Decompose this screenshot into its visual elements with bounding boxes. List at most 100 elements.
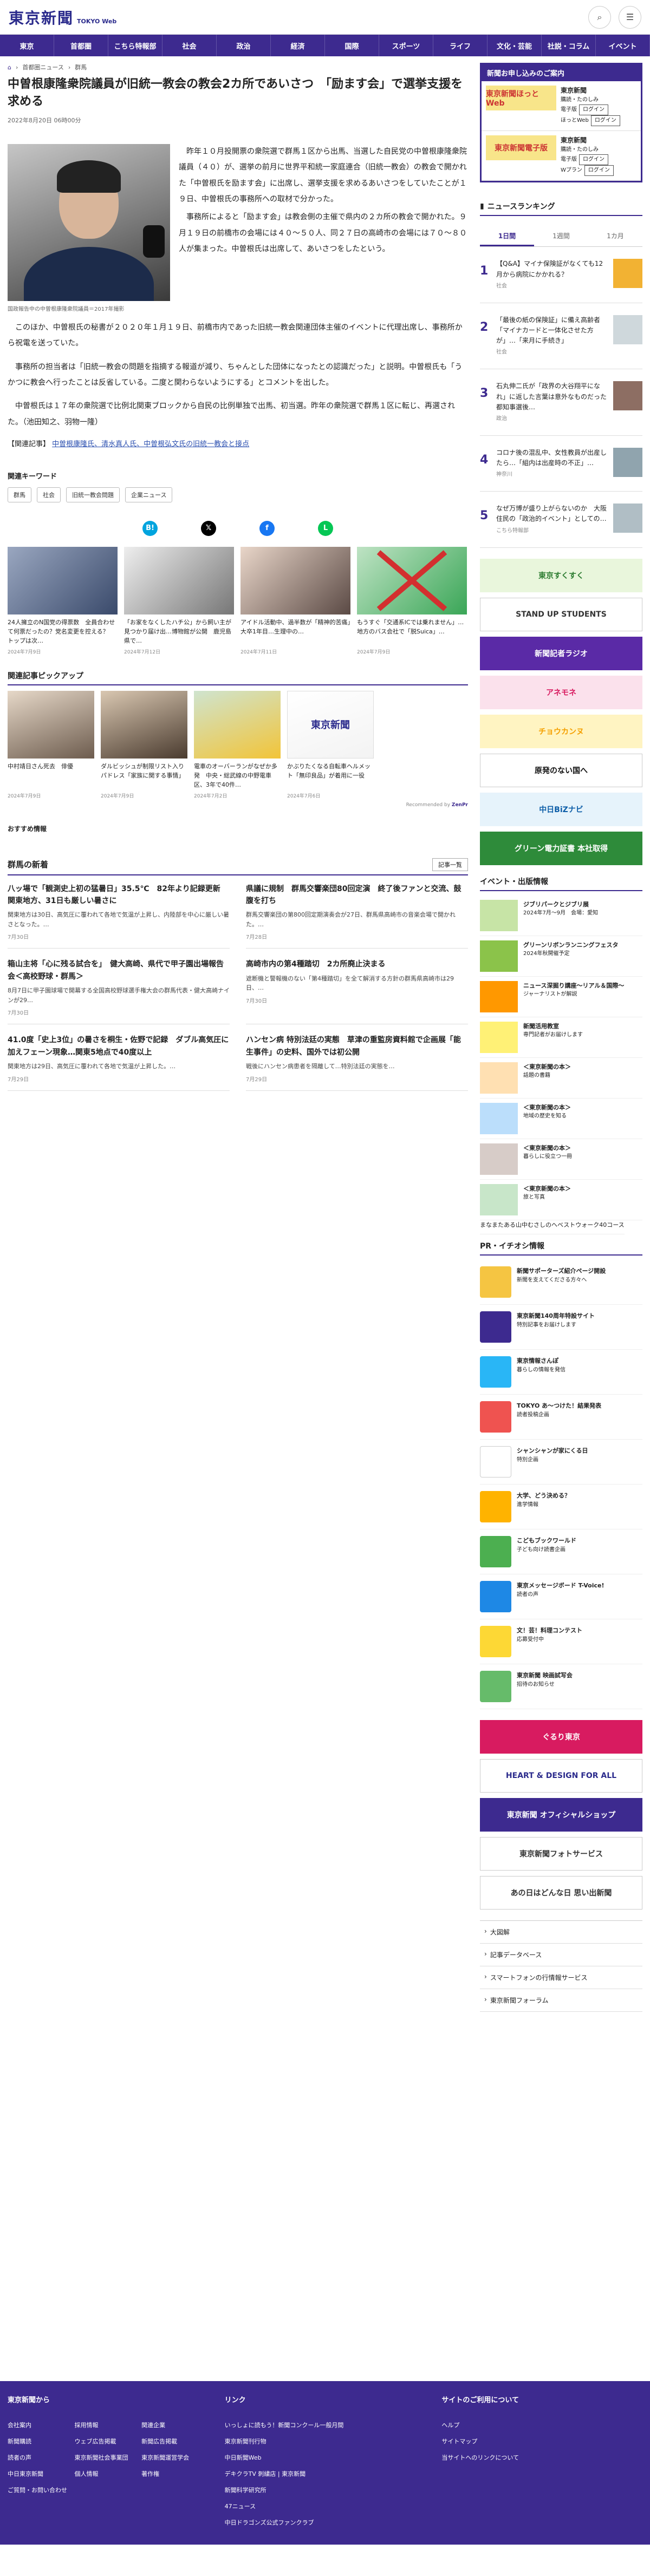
promo-banner[interactable]: アネモネ: [480, 675, 642, 709]
nav-item[interactable]: 国際: [325, 35, 379, 56]
login-button[interactable]: ログイン: [579, 104, 608, 116]
promo-banner[interactable]: 東京新聞 オフィシャルショップ: [480, 1798, 642, 1832]
nav-item[interactable]: 社説・コラム: [542, 35, 596, 56]
footer-link[interactable]: 東京新聞刊行物: [225, 2437, 426, 2446]
pr-item[interactable]: シャンシャンが家にくる日 特別企画: [480, 1440, 642, 1485]
related-article-card[interactable]: 24人擁立のN国党の得票数 全員合わせて何票だったの？党名変更を控える？ トップ…: [8, 546, 118, 655]
nav-item[interactable]: 文化・芸能: [487, 35, 542, 56]
footer-link[interactable]: 新聞科学研究所: [225, 2486, 426, 2494]
footer-link[interactable]: 47ニュース: [225, 2502, 426, 2510]
pr-item[interactable]: こどもブックワールド 子ども向け読書企画: [480, 1529, 642, 1575]
portrait-image[interactable]: [8, 143, 170, 301]
menu-icon[interactable]: ☰: [619, 5, 641, 29]
ranking-item[interactable]: 5 なぜ万博が盛り上がらないのか 大阪住民の「政治的イベント」としての… こちら特報…: [480, 492, 642, 548]
footer-link[interactable]: 新聞広告掲載: [141, 2437, 209, 2446]
footer-link[interactable]: ヘルプ: [441, 2421, 642, 2429]
sidebar-link[interactable]: › 大図解: [480, 1921, 642, 1944]
region-news-item[interactable]: 高崎市内の第4種踏切 2カ所廃止決まる 遮断機と警報機のない「第4種踏切」を全て解…: [246, 958, 468, 1025]
region-news-item[interactable]: 41.0度「史上3位」の暑さを桐生・佐野で記録 ダブル高気圧に加えフェーン現象……: [8, 1034, 230, 1091]
nav-item[interactable]: 社会: [162, 35, 217, 56]
ranking-item[interactable]: 3 石丸伸二氏が「政界の大谷翔平になれ」に返した言葉は意外なものだった 都知事選後…: [480, 369, 642, 436]
footer-link[interactable]: 東京新聞社会事業団: [75, 2453, 142, 2462]
footer-link[interactable]: 中日ドラゴンズ公式ファンクラブ: [225, 2518, 426, 2527]
footer-link[interactable]: ご質問・お問い合わせ: [8, 2486, 75, 2494]
nav-item[interactable]: スポーツ: [379, 35, 433, 56]
event-link[interactable]: まなまたある山中: [480, 1215, 528, 1234]
site-logo[interactable]: 東京新聞 TOKYO Web: [9, 6, 116, 28]
pr-item[interactable]: TOKYO あ〜つけた！結果発表 読者投稿企画: [480, 1395, 642, 1440]
pr-item[interactable]: 東京メッセージボード T-Voice! 読者の声: [480, 1574, 642, 1620]
event-item[interactable]: ＜東京新聞の本＞ 話題の書籍: [480, 1058, 642, 1099]
region-news-item[interactable]: 県議に規制 群馬交響楽団80回定演 終了後ファンと交流、鼓腹を打ち 群馬交響楽団の…: [246, 883, 468, 949]
pickup-card[interactable]: 中村靖日さん死去 俳優 2024年7月9日: [8, 690, 94, 799]
footer-link[interactable]: 関連企業: [141, 2421, 209, 2429]
promo-banner[interactable]: グリーン電力証書 本社取得: [480, 831, 642, 865]
footer-link[interactable]: サイトマップ: [441, 2437, 642, 2446]
region-more-button[interactable]: 記事一覧: [432, 858, 468, 871]
ranking-item[interactable]: 2 「最後の紙の保険証」に備え高齢者「マイナカードと一体化させた方が」…「来月に手…: [480, 303, 642, 370]
region-news-item[interactable]: 八ッ場で「観測史上初の猛暑日」35.5℃ 82年より記録更新 関東地方、31日も…: [8, 883, 230, 949]
sidebar-link[interactable]: › スマートフォンの行情報サービス: [480, 1966, 642, 1990]
footer-link[interactable]: 中日新聞Web: [225, 2453, 426, 2462]
nav-item[interactable]: 東京: [0, 35, 54, 56]
pickup-card[interactable]: 東京新聞 かぶりたくなる自転車ヘルメット「無印良品」が着用に一役 2024年7月6日: [287, 690, 374, 799]
event-link[interactable]: むさしのヘベストウォーク40コース: [528, 1215, 625, 1234]
login-button[interactable]: ログイン: [590, 115, 620, 127]
ranking-tab[interactable]: 1週間: [534, 227, 588, 246]
nav-item[interactable]: ライフ: [433, 35, 487, 56]
event-item[interactable]: ジブリパークとジブリ展 2024年7月～9月 会場：愛知: [480, 895, 642, 936]
keyword-tag[interactable]: 企業ニュース: [125, 487, 173, 502]
keyword-tag[interactable]: 群馬: [8, 487, 31, 502]
login-button[interactable]: ログイン: [579, 154, 608, 166]
keyword-tag[interactable]: 旧統一教会問題: [66, 487, 120, 502]
login-button[interactable]: ログイン: [584, 165, 614, 176]
pickup-card[interactable]: 電車のオーバーランがなぜか多発 中央・総武線の中野電車区、3年で40件… 2024…: [194, 690, 281, 799]
event-item[interactable]: ＜東京新聞の本＞ 旅と写真: [480, 1180, 642, 1220]
ranking-item[interactable]: 1 【Q&A】マイナ保険証がなくても12月から病院にかかれる？ 社会: [480, 247, 642, 303]
breadcrumb-item[interactable]: 群馬: [75, 63, 87, 71]
event-item[interactable]: ＜東京新聞の本＞ 暮らしに役立つ一冊: [480, 1139, 642, 1180]
related-article-card[interactable]: 「お家をなくしたハチ公」から飼い主が見つかり届け出…博物館が公開 鹿児島県で… 2…: [124, 546, 234, 655]
pr-item[interactable]: 東京情報さんぽ 暮らしの情報を発信: [480, 1350, 642, 1395]
footer-logo[interactable]: 東京新聞 TOKYO Web: [8, 2546, 642, 2565]
sidebar-link[interactable]: › 東京新聞フォーラム: [480, 1989, 642, 2012]
line-share-icon[interactable]: L: [318, 520, 333, 536]
promo-banner[interactable]: 新聞記者ラジオ: [480, 636, 642, 670]
event-item[interactable]: ＜東京新聞の本＞ 地域の歴史を知る: [480, 1099, 642, 1139]
nav-item[interactable]: 首都圏: [54, 35, 108, 56]
nav-item[interactable]: こちら特報部: [108, 35, 162, 56]
event-item[interactable]: 新聞活用教室 専門記者がお届けします: [480, 1017, 642, 1058]
related-link[interactable]: 中曽根康隆氏、清水真人氏、中曽根弘文氏の旧統一教会と接点: [52, 440, 249, 448]
promo-banner[interactable]: あの日はどんな日 思い出新聞: [480, 1876, 642, 1910]
nav-item[interactable]: 経済: [271, 35, 325, 56]
region-news-item[interactable]: 箱山主将「心に残る試合を」 健大高崎、県代で甲子園出場報告会＜高校野球・群馬＞ 8…: [8, 958, 230, 1025]
sidebar-link[interactable]: › 記事データベース: [480, 1944, 642, 1967]
ranking-tab[interactable]: 1カ月: [588, 227, 642, 246]
footer-link[interactable]: 会社案内: [8, 2421, 75, 2429]
footer-link[interactable]: いっしょに読もう！新聞コンクール一般月間: [225, 2421, 426, 2429]
nav-item[interactable]: 政治: [217, 35, 271, 56]
subscribe-logo[interactable]: 東京新聞電子版: [486, 135, 556, 161]
promo-banner[interactable]: STAND UP STUDENTS: [480, 597, 642, 631]
hatena-share-icon[interactable]: B!: [142, 520, 158, 536]
footer-link[interactable]: 中日東京新聞: [8, 2469, 75, 2478]
promo-banner[interactable]: チョウカンヌ: [480, 714, 642, 748]
home-icon[interactable]: ⌂: [8, 64, 11, 71]
nav-item[interactable]: イベント: [596, 35, 650, 56]
ranking-tab[interactable]: 1日間: [480, 227, 534, 247]
related-article-card[interactable]: もうすぐ「交通系ICでは乗れません」…地方のバス会社で「脱Suica」… 2024…: [357, 546, 467, 655]
pr-item[interactable]: 大学、どう決める？ 進学情報: [480, 1485, 642, 1530]
related-article-card[interactable]: アイドル活動中、過半数が「精神的苦痛」 大卒1年目…生理中の… 2024年7月11…: [240, 546, 350, 655]
keyword-tag[interactable]: 社会: [37, 487, 61, 502]
region-news-item[interactable]: ハンセン病 特別法廷の実態 草津の重監房資料館で企画展「能生事件」の史料、国外で…: [246, 1034, 468, 1091]
promo-banner[interactable]: 原発のない国へ: [480, 753, 642, 787]
footer-link[interactable]: 個人情報: [75, 2469, 142, 2478]
x-share-icon[interactable]: 𝕏: [201, 520, 216, 536]
pr-item[interactable]: 東京新聞140周年特設サイト 特別記事をお届けします: [480, 1305, 642, 1350]
ranking-item[interactable]: 4 コロナ後の混乱中、女性教員が出産したら…「組内は出産時の不正」… 神奈川: [480, 436, 642, 492]
breadcrumb-item[interactable]: 首都圏ニュース: [22, 63, 63, 71]
facebook-share-icon[interactable]: f: [259, 520, 275, 536]
footer-link[interactable]: 読者の声: [8, 2453, 75, 2462]
event-item[interactable]: グリーンリボンランニングフェスタ 2024年秋開催予定: [480, 936, 642, 977]
footer-link[interactable]: 東京新聞運営学会: [141, 2453, 209, 2462]
